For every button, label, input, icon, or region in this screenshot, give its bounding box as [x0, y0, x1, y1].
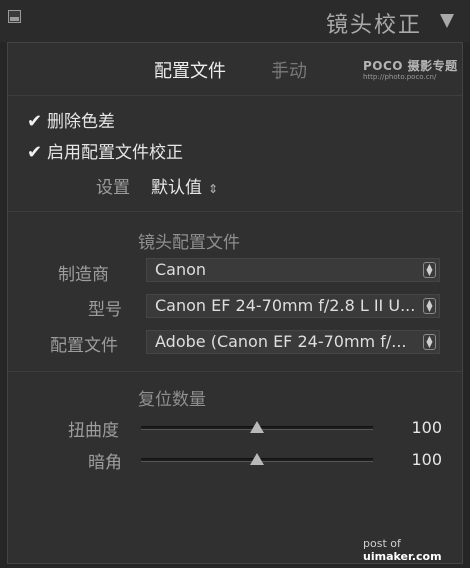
watermark-text: POCO 摄影专题	[363, 59, 458, 73]
lens-profile-title: 镜头配置文件	[138, 233, 240, 253]
checkbox-enable-profile-correction[interactable]: ✔ 启用配置文件校正	[27, 138, 183, 163]
updown-icon: ⇕	[208, 182, 219, 196]
distortion-label: 扭曲度	[68, 421, 119, 441]
model-value: Canon EF 24-70mm f/2.8 L II U...	[155, 296, 416, 315]
checkbox-label: 删除色差	[47, 112, 115, 132]
make-label: 制造商	[58, 265, 109, 285]
tab-profile[interactable]: 配置文件	[154, 57, 226, 83]
distortion-value[interactable]: 100	[411, 418, 442, 437]
divider	[8, 211, 462, 212]
make-dropdown[interactable]: Canon ▲ ▼	[146, 258, 440, 282]
vignetting-label: 暗角	[88, 453, 122, 473]
updown-icon: ▲ ▼	[423, 298, 436, 314]
checkmark-icon[interactable]: ✔	[27, 111, 47, 132]
watermark-url: http://photo.poco.cn/	[363, 73, 437, 81]
setup-select[interactable]: 默认值 ⇕	[151, 173, 218, 198]
vignetting-value[interactable]: 100	[411, 450, 442, 469]
amount-title: 复位数量	[138, 390, 206, 410]
updown-icon: ▲ ▼	[423, 334, 436, 350]
footer-site: uimaker.com	[363, 550, 442, 563]
lens-correction-panel: 配置文件 | 手动 POCO 摄影专题 http://photo.poco.cn…	[7, 42, 463, 564]
panel-title: 镜头校正	[325, 13, 422, 38]
model-label: 型号	[88, 300, 122, 320]
checkbox-remove-chromatic-aberration[interactable]: ✔ 删除色差	[27, 107, 115, 132]
setup-label: 设置	[96, 178, 130, 198]
profile-value: Adobe (Canon EF 24-70mm f/...	[155, 332, 407, 351]
updown-icon: ▲ ▼	[423, 262, 436, 278]
tab-bar: 配置文件 | 手动 POCO 摄影专题 http://photo.poco.cn…	[8, 43, 462, 95]
collapse-triangle-icon[interactable]	[440, 14, 454, 28]
checkbox-label: 启用配置文件校正	[47, 143, 183, 163]
profile-dropdown[interactable]: Adobe (Canon EF 24-70mm f/... ▲ ▼	[146, 330, 440, 354]
setup-value: 默认值	[151, 178, 202, 198]
vignetting-slider-thumb[interactable]	[250, 453, 264, 465]
divider	[8, 371, 462, 372]
poco-watermark: POCO 摄影专题 http://photo.poco.cn/	[363, 57, 458, 81]
divider	[8, 95, 462, 96]
footer-credit: post of uimaker.com	[363, 537, 470, 563]
footer-prefix: post of	[363, 537, 401, 550]
tab-manual[interactable]: 手动	[271, 57, 307, 83]
distortion-slider-thumb[interactable]	[250, 421, 264, 433]
make-value: Canon	[155, 260, 207, 279]
panel-header: 镜头校正	[0, 0, 470, 42]
panel-toggle-icon[interactable]	[8, 10, 21, 23]
checkmark-icon[interactable]: ✔	[27, 142, 47, 163]
profile-label: 配置文件	[50, 336, 118, 356]
model-dropdown[interactable]: Canon EF 24-70mm f/2.8 L II U... ▲ ▼	[146, 294, 440, 318]
